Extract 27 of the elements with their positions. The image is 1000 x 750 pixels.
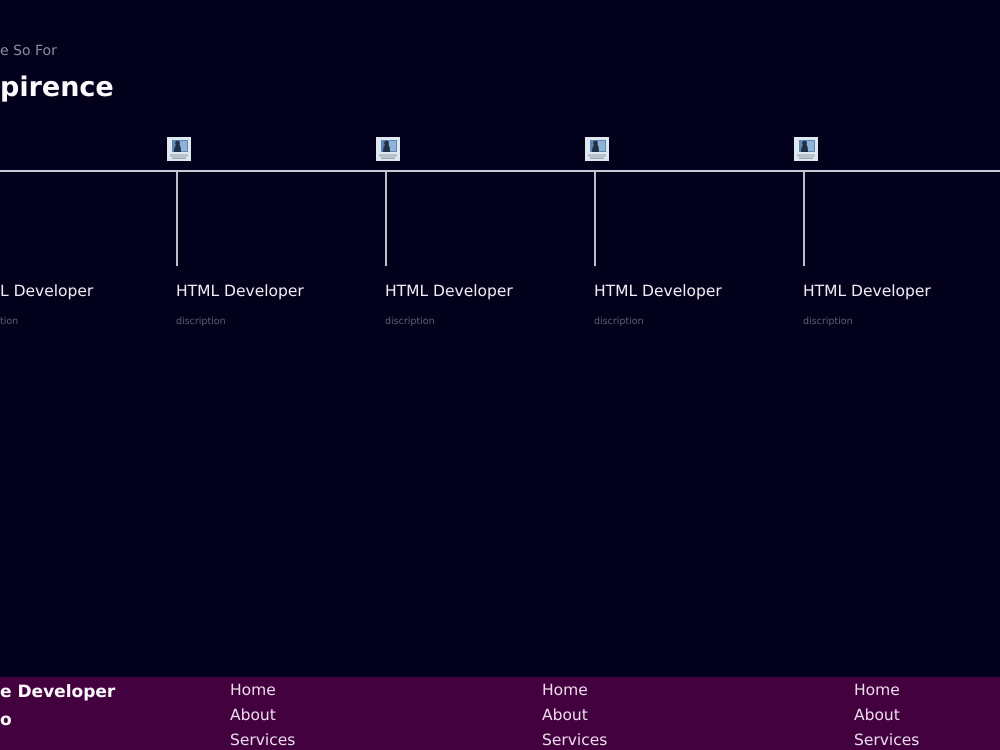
- computer-icon: [376, 137, 400, 161]
- computer-icon: [167, 137, 191, 161]
- footer-link[interactable]: Services: [230, 728, 296, 750]
- job-description: discription: [176, 315, 227, 329]
- job-description: discription: [385, 315, 436, 329]
- computer-icon: [794, 137, 818, 161]
- footer-brand-subtitle: o: [0, 709, 13, 732]
- footer-link[interactable]: About: [542, 703, 588, 728]
- footer-link[interactable]: Services: [542, 728, 608, 750]
- footer-brand: e Developer: [0, 681, 116, 704]
- footer-link[interactable]: Services: [854, 728, 920, 750]
- job-title: HTML Developer: [803, 281, 932, 302]
- footer-link[interactable]: Home: [854, 678, 900, 703]
- job-description: discription: [594, 315, 645, 329]
- section-title: pirence: [0, 71, 115, 105]
- footer-link[interactable]: About: [854, 703, 900, 728]
- footer-link[interactable]: Home: [230, 678, 276, 703]
- footer-link[interactable]: Home: [542, 678, 588, 703]
- job-title: HTML Developer: [594, 281, 723, 302]
- job-title: HTML Developer: [385, 281, 514, 302]
- job-title: HTML Developer: [176, 281, 305, 302]
- computer-icon: [585, 137, 609, 161]
- section-subtitle: e So For: [0, 42, 58, 60]
- job-title: L Developer: [0, 281, 94, 302]
- footer-link[interactable]: About: [230, 703, 276, 728]
- job-description: tion: [0, 315, 20, 329]
- job-description: discription: [803, 315, 854, 329]
